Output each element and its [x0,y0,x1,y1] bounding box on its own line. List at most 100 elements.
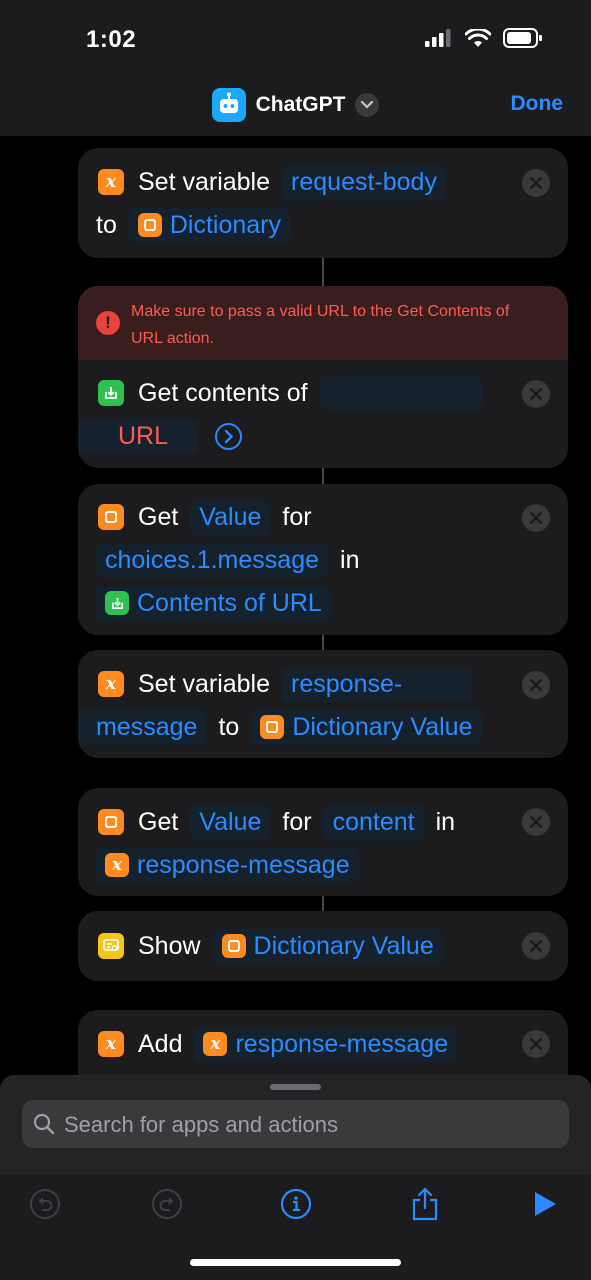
dictionary-icon [260,715,285,739]
action-show-result[interactable]: Show Dictionary Value [78,911,568,981]
variable-icon: x [98,671,124,697]
dictionary-icon [221,934,246,958]
dictionary-icon [98,504,124,530]
battery-icon [503,28,542,48]
close-icon [530,388,542,400]
exclamation-icon: ! [96,311,120,335]
variable-icon: x [98,1031,124,1057]
action-label: Get [138,807,179,836]
url-input-field[interactable] [319,376,482,410]
token-label: Dictionary [169,210,282,239]
flow-connector [322,258,324,286]
run-button[interactable] [528,1187,562,1221]
undo-icon [30,1189,60,1219]
source-token[interactable]: x response-message [96,847,359,883]
download-icon [98,380,124,406]
undo-button[interactable] [28,1187,62,1221]
dictionary-icon [98,809,124,835]
action-label: for [282,502,312,531]
close-icon [530,940,542,952]
source-token[interactable]: Contents of URL [96,585,331,621]
action-label: Get [138,502,179,531]
chevron-down-icon [355,93,380,117]
token-label: Contents of URL [137,588,322,617]
editor-toolbar [0,1175,591,1280]
show-result-icon [98,933,124,959]
variable-icon: x [203,1032,228,1056]
close-icon [530,816,542,828]
warning-banner: ! Make sure to pass a valid URL to the G… [78,286,568,360]
status-time: 1:02 [86,26,137,53]
variable-icon: x [98,169,124,195]
action-set-variable-request[interactable]: x Set variable request-body to Dictionar… [78,148,568,258]
variable-icon: x [105,853,129,877]
status-icons [425,28,543,48]
action-label: Set variable [138,167,271,196]
action-search-sheet: Search for apps and actions [0,1075,591,1175]
remove-action-button[interactable] [522,380,550,408]
shortcut-title: ChatGPT [255,93,346,116]
get-mode-token[interactable]: Value [190,804,271,840]
token-label: response-message [137,850,350,879]
remove-action-button[interactable] [522,1030,550,1058]
done-button[interactable]: Done [511,92,564,116]
url-token[interactable]: URL [78,418,199,454]
action-get-dictionary-value-2[interactable]: Get Value for content in x response-mess… [78,788,568,896]
sheet-grabber[interactable] [270,1084,321,1090]
remove-action-button[interactable] [522,671,550,699]
action-label: in [340,545,360,574]
close-icon [530,177,542,189]
remove-action-button[interactable] [522,504,550,532]
remove-action-button[interactable] [522,169,550,197]
search-icon [33,1113,55,1135]
action-get-contents-of-url[interactable]: ! Make sure to pass a valid URL to the G… [78,286,568,468]
play-icon [535,1192,556,1216]
variable-name-token[interactable]: response- [282,666,473,702]
robot-icon [211,88,246,122]
variable-value-token[interactable]: Dictionary Value [251,709,482,745]
shortcut-title-menu[interactable]: ChatGPT [0,88,591,122]
show-value-token[interactable]: Dictionary Value [212,928,443,964]
flow-connector [322,896,324,911]
info-button[interactable] [279,1187,313,1221]
remove-action-button[interactable] [522,808,550,836]
key-token[interactable]: content [323,804,424,840]
flow-connector [322,468,324,484]
share-icon [412,1187,438,1221]
action-label: Set variable [138,669,271,698]
key-token[interactable]: choices.1.message [96,542,329,578]
search-input[interactable]: Search for apps and actions [22,1100,569,1148]
redo-icon [152,1189,182,1219]
remove-action-button[interactable] [522,932,550,960]
action-get-dictionary-value-1[interactable]: Get Value for choices.1.message in Conte… [78,484,568,635]
action-label: to [96,210,117,239]
action-label: Add [138,1029,183,1058]
download-icon [105,591,129,615]
action-label: Get contents of [138,378,308,407]
share-button[interactable] [408,1187,442,1221]
action-label: to [218,712,240,741]
home-indicator [190,1259,401,1266]
variable-name-token[interactable]: request-body [282,164,446,200]
token-label: response-message [235,1029,449,1058]
status-bar: 1:02 [0,0,591,80]
add-value-token[interactable]: x response-message [194,1026,458,1062]
variable-name-token[interactable]: message [78,709,207,745]
dictionary-icon [137,213,162,237]
action-set-variable-response[interactable]: x Set variable response- message to Dict… [78,650,568,758]
action-label: for [282,807,312,836]
token-label: Dictionary Value [292,712,473,741]
nav-bar: ChatGPT Done [0,80,591,136]
token-label: Dictionary Value [253,931,434,960]
variable-value-token[interactable]: Dictionary [128,207,291,243]
action-label: in [435,807,456,836]
action-label: Show [138,931,201,960]
search-placeholder: Search for apps and actions [64,1112,338,1137]
close-icon [530,512,542,524]
get-mode-token[interactable]: Value [190,499,271,535]
signal-icon [425,29,451,47]
chevron-right-circle-icon[interactable] [214,422,243,451]
close-icon [530,1038,542,1050]
flow-connector [322,635,324,650]
redo-button[interactable] [150,1187,184,1221]
